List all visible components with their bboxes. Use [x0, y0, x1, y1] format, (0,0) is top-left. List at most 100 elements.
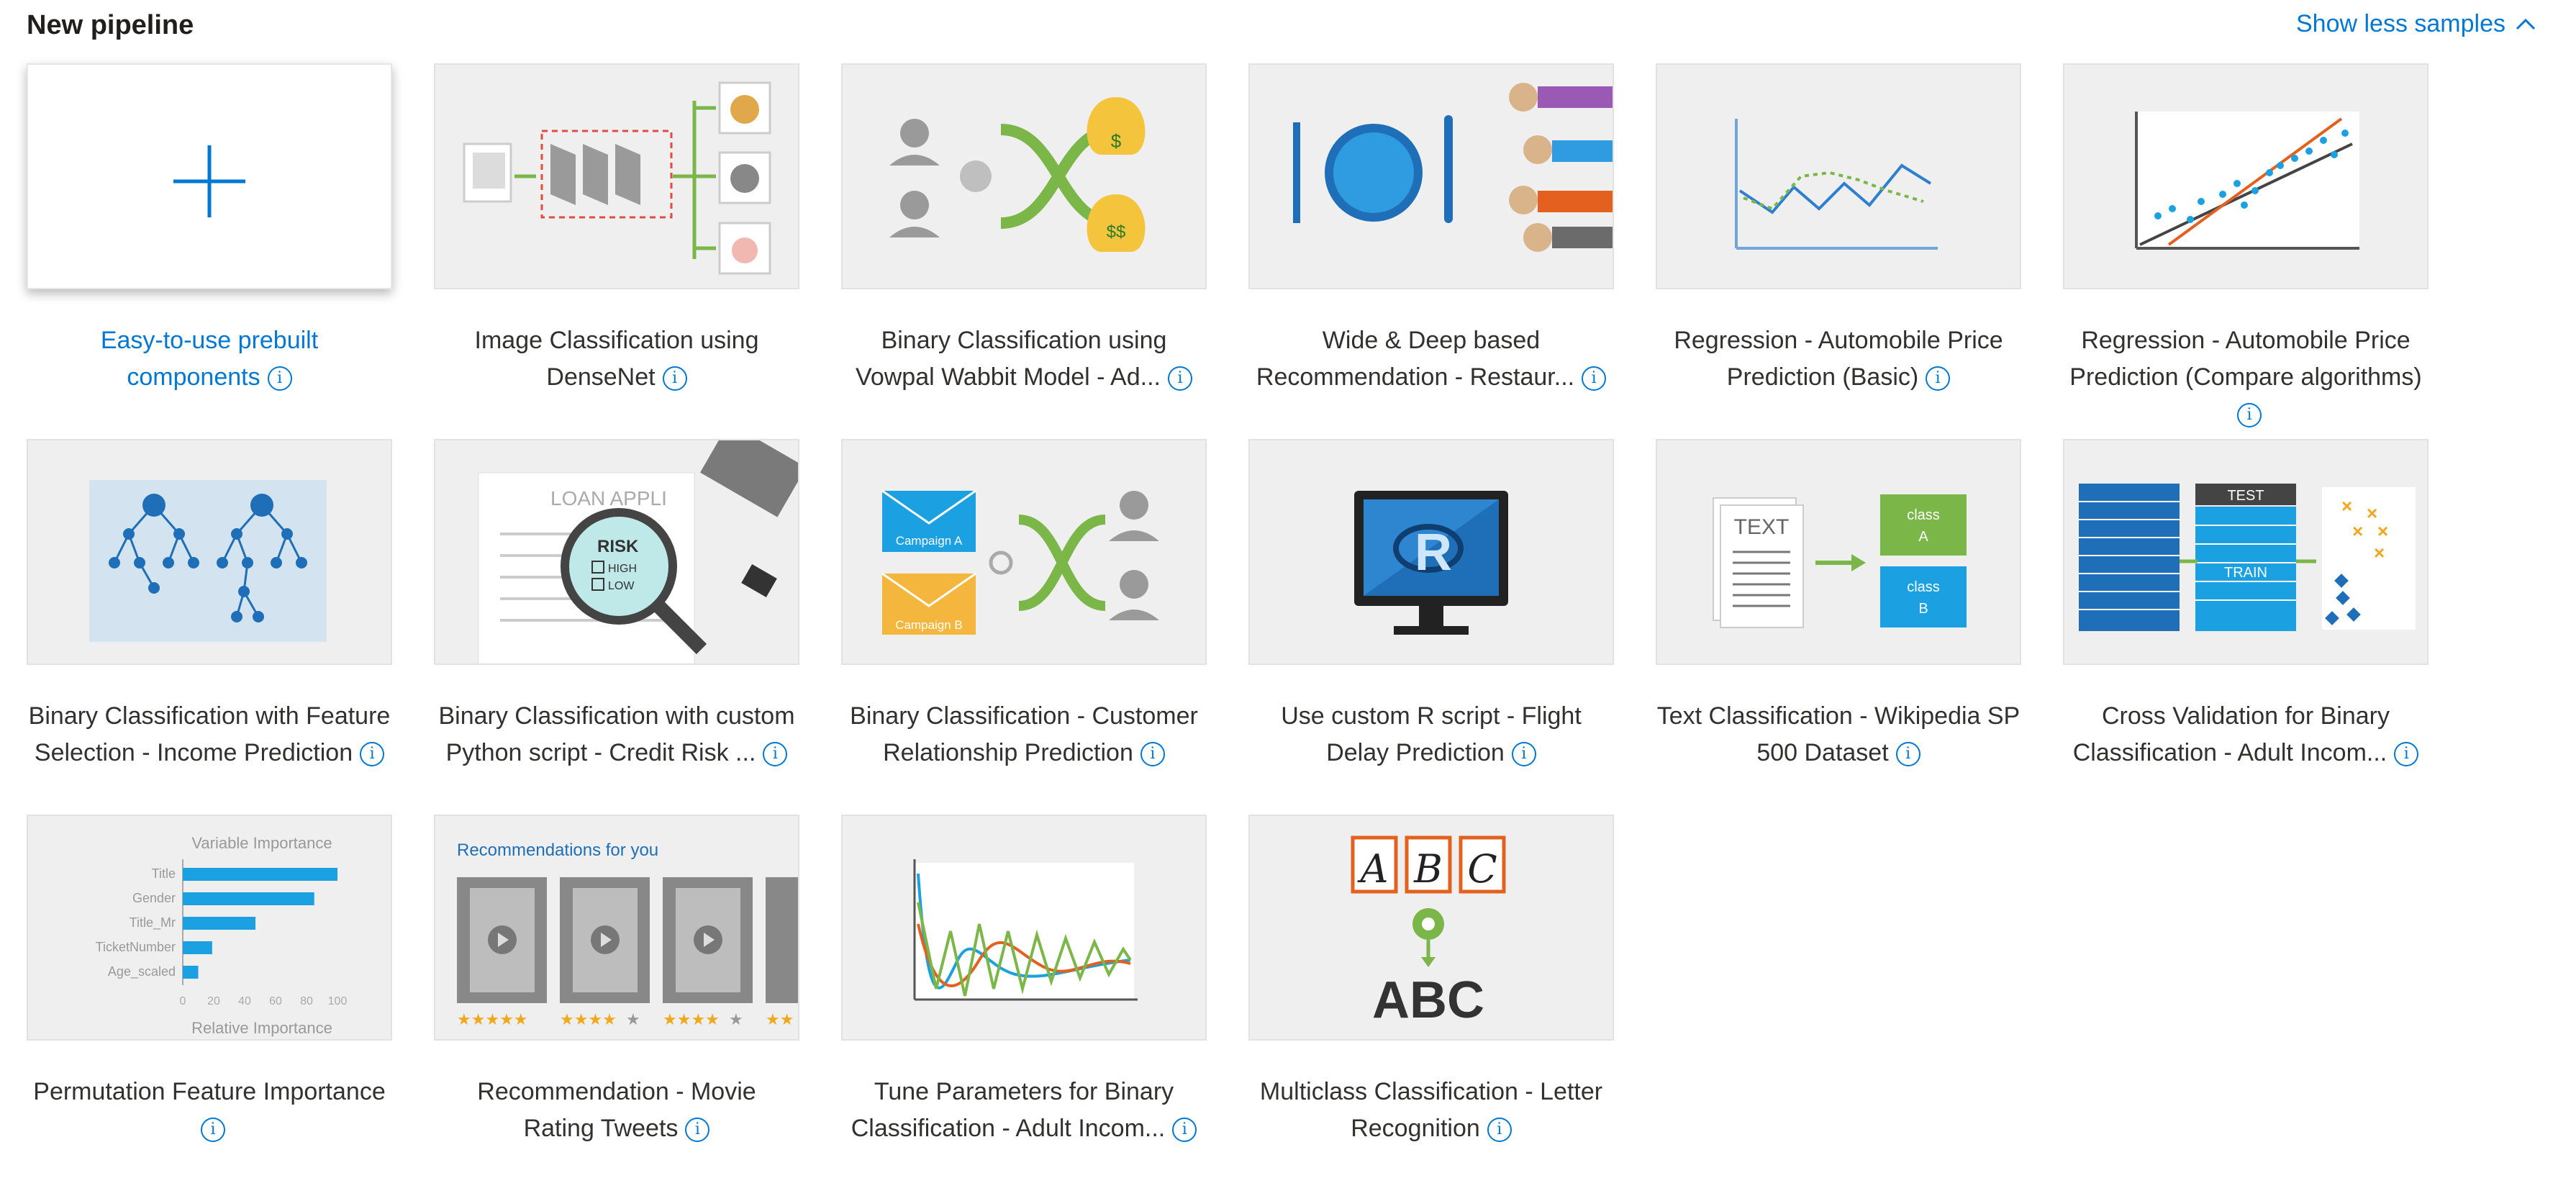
sample-card-title[interactable]: Regression - Automobile Price Prediction … [2055, 322, 2436, 432]
sample-card-title[interactable]: Binary Classification with Feature Select… [19, 698, 400, 771]
feature-label: Age_scaled [108, 964, 176, 979]
info-icon[interactable]: i [1895, 742, 1920, 767]
svg-text:★★: ★★ [766, 1010, 794, 1028]
feature-importance-illustration: Variable Importance Relative Importance … [96, 834, 348, 1037]
sample-thumbnail[interactable] [27, 439, 392, 665]
movie-recommendations-illustration: Recommendations for you ★★★★★ ★★★★ ★★★★ ★★ … [457, 841, 798, 1028]
sample-card-tune-parameters[interactable]: Tune Parameters for Binary Classification… [841, 815, 1207, 1147]
sample-card-title[interactable]: Binary Classification using Vowpal Wabbit… [833, 322, 1215, 396]
letter-recognition-illustration: A B C ABC [1351, 835, 1506, 1029]
info-icon[interactable]: i [1167, 366, 1192, 391]
sample-card-title[interactable]: Binary Classification with custom Python … [426, 698, 807, 771]
svg-text:HIGH: HIGH [608, 563, 637, 575]
sample-card-text-classification[interactable]: TEXT class A class B Text Classification… [1656, 439, 2021, 771]
sample-card-title[interactable]: Multiclass Classification - Letter Recogn… [1241, 1074, 1622, 1147]
sample-card-credit-risk[interactable]: LOAN APPLI RISK HIGH LOW Binary Classifi… [434, 439, 799, 771]
feature-bar [183, 892, 314, 905]
svg-text:Recommendations for you: Recommendations for you [457, 841, 658, 860]
sample-card-r-script[interactable]: R Use custom R script - Flight Delay Pred… [1248, 439, 1614, 771]
info-icon[interactable]: i [1172, 1118, 1197, 1143]
sample-card-feature-selection[interactable]: Binary Classification with Feature Select… [27, 439, 392, 771]
sample-card-letter-recognition[interactable]: A B C ABC Multiclass Classification - Le… [1248, 815, 1614, 1147]
svg-text:★: ★ [626, 1010, 640, 1028]
sample-card-regression-compare[interactable]: Regression - Automobile Price Prediction … [2063, 63, 2428, 432]
sample-thumbnail[interactable] [434, 63, 799, 289]
sample-thumbnail[interactable]: Recommendations for you ★★★★★ ★★★★ ★★★★ ★★ … [434, 815, 799, 1041]
feature-label: TicketNumber [96, 940, 176, 954]
sample-card-title[interactable]: Cross Validation for Binary Classificatio… [2055, 698, 2436, 771]
sample-card-cross-validation[interactable]: TEST TRAIN × × × × × Cross Validation for Bi… [2063, 439, 2428, 771]
sample-card-regression-basic[interactable]: Regression - Automobile Price Prediction … [1656, 63, 2021, 396]
sample-card-title[interactable]: Image Classification using DenseNet i [426, 322, 807, 396]
info-icon[interactable]: i [662, 366, 687, 391]
sample-thumbnail[interactable] [1656, 63, 2021, 289]
sample-thumbnail[interactable] [1248, 63, 1614, 289]
show-less-samples-link[interactable]: Show less samples [2296, 10, 2539, 38]
svg-text:Variable Importance: Variable Importance [191, 834, 332, 852]
sample-card-prebuilt-components[interactable]: Easy-to-use prebuilt components i [27, 63, 392, 396]
sample-thumbnail[interactable]: Variable Importance Relative Importance … [27, 815, 392, 1041]
svg-text:Campaign A: Campaign A [896, 534, 963, 548]
svg-text:class: class [1907, 507, 1940, 523]
cross-validation-illustration: TEST TRAIN × ×× ×× [2079, 484, 2416, 631]
sample-card-permutation-importance[interactable]: Variable Importance Relative Importance … [27, 815, 392, 1147]
info-icon[interactable]: i [1487, 1118, 1512, 1143]
decision-tree-illustration [89, 480, 327, 642]
text-classification-illustration: TEXT class A class B [1713, 494, 1967, 628]
info-icon[interactable]: i [1511, 742, 1536, 767]
sample-thumbnail[interactable]: $ $$ [841, 63, 1207, 289]
sample-thumbnail[interactable]: TEST TRAIN × × × × × [2063, 439, 2428, 665]
sample-thumbnail[interactable]: TEXT class A class B [1656, 439, 2021, 665]
sample-card-movie-rating[interactable]: Recommendations for you ★★★★★ ★★★★ ★★★★ ★★ … [434, 815, 799, 1147]
svg-text:LOAN APPLI: LOAN APPLI [550, 487, 667, 509]
sample-thumbnail[interactable] [841, 815, 1207, 1041]
svg-text:A: A [1357, 846, 1389, 892]
info-icon[interactable]: i [360, 742, 385, 767]
sample-card-title[interactable]: Easy-to-use prebuilt components i [19, 322, 400, 396]
regression-scatter-illustration [2135, 112, 2359, 250]
axis-tick-label: 80 [300, 995, 313, 1007]
new-pipeline-tile[interactable] [27, 63, 392, 289]
sample-card-image-classification[interactable]: Image Classification using DenseNet i [434, 63, 799, 396]
sample-thumbnail[interactable]: A B C ABC [1248, 815, 1614, 1041]
info-icon[interactable]: i [2237, 403, 2262, 428]
info-icon[interactable]: i [1582, 366, 1607, 391]
info-icon[interactable]: i [267, 366, 292, 391]
info-icon[interactable]: i [763, 742, 788, 767]
sample-card-title[interactable]: Regression - Automobile Price Prediction … [1648, 322, 2029, 396]
sample-card-title[interactable]: Binary Classification - Customer Relation… [833, 698, 1215, 771]
sample-card-title[interactable]: Use custom R script - Flight Delay Predic… [1241, 698, 1622, 771]
sample-thumbnail[interactable]: R [1248, 439, 1614, 665]
page-title: New pipeline [27, 10, 194, 40]
feature-label: Title_Mr [130, 915, 176, 930]
svg-text:RISK: RISK [597, 537, 639, 556]
sample-card-vowpal-wabbit[interactable]: $ $$ Binary Classification using Vowpal W… [841, 63, 1207, 396]
svg-text:ABC: ABC [1372, 971, 1484, 1029]
svg-text:$$: $$ [1107, 222, 1126, 242]
feature-bar [183, 941, 212, 954]
feature-label: Gender [132, 891, 176, 905]
sample-card-title[interactable]: Permutation Feature Importancei [19, 1074, 400, 1147]
sample-card-wide-deep[interactable]: Wide & Deep based Recommendation - Restau… [1248, 63, 1614, 396]
sample-thumbnail[interactable]: Campaign A Campaign B [841, 439, 1207, 665]
axis-tick-label: 60 [269, 995, 282, 1007]
svg-text:C: C [1467, 846, 1497, 892]
sample-card-title[interactable]: Tune Parameters for Binary Classification… [833, 1074, 1215, 1147]
sample-thumbnail[interactable] [2063, 63, 2428, 289]
svg-text:×: × [2352, 520, 2363, 542]
axis-tick-label: 40 [238, 995, 251, 1007]
info-icon[interactable]: i [1140, 742, 1165, 767]
axis-tick-label: 0 [180, 995, 186, 1007]
sample-thumbnail[interactable]: LOAN APPLI RISK HIGH LOW [434, 439, 799, 665]
svg-text:Campaign B: Campaign B [895, 618, 963, 632]
sample-card-title[interactable]: Text Classification - Wikipedia SP 500 Da… [1648, 698, 2029, 771]
restaurant-illustration [1293, 83, 1613, 252]
sample-card-title[interactable]: Recommendation - Movie Rating Tweets i [426, 1074, 807, 1147]
densenet-illustration [463, 81, 771, 275]
info-icon[interactable]: i [2394, 742, 2419, 767]
info-icon[interactable]: i [1926, 366, 1951, 391]
info-icon[interactable]: i [685, 1118, 710, 1143]
sample-card-customer-relationship[interactable]: Campaign A Campaign B Binary Classificat… [841, 439, 1207, 771]
sample-card-title[interactable]: Wide & Deep based Recommendation - Restau… [1241, 322, 1622, 396]
info-icon[interactable]: i [201, 1118, 225, 1143]
